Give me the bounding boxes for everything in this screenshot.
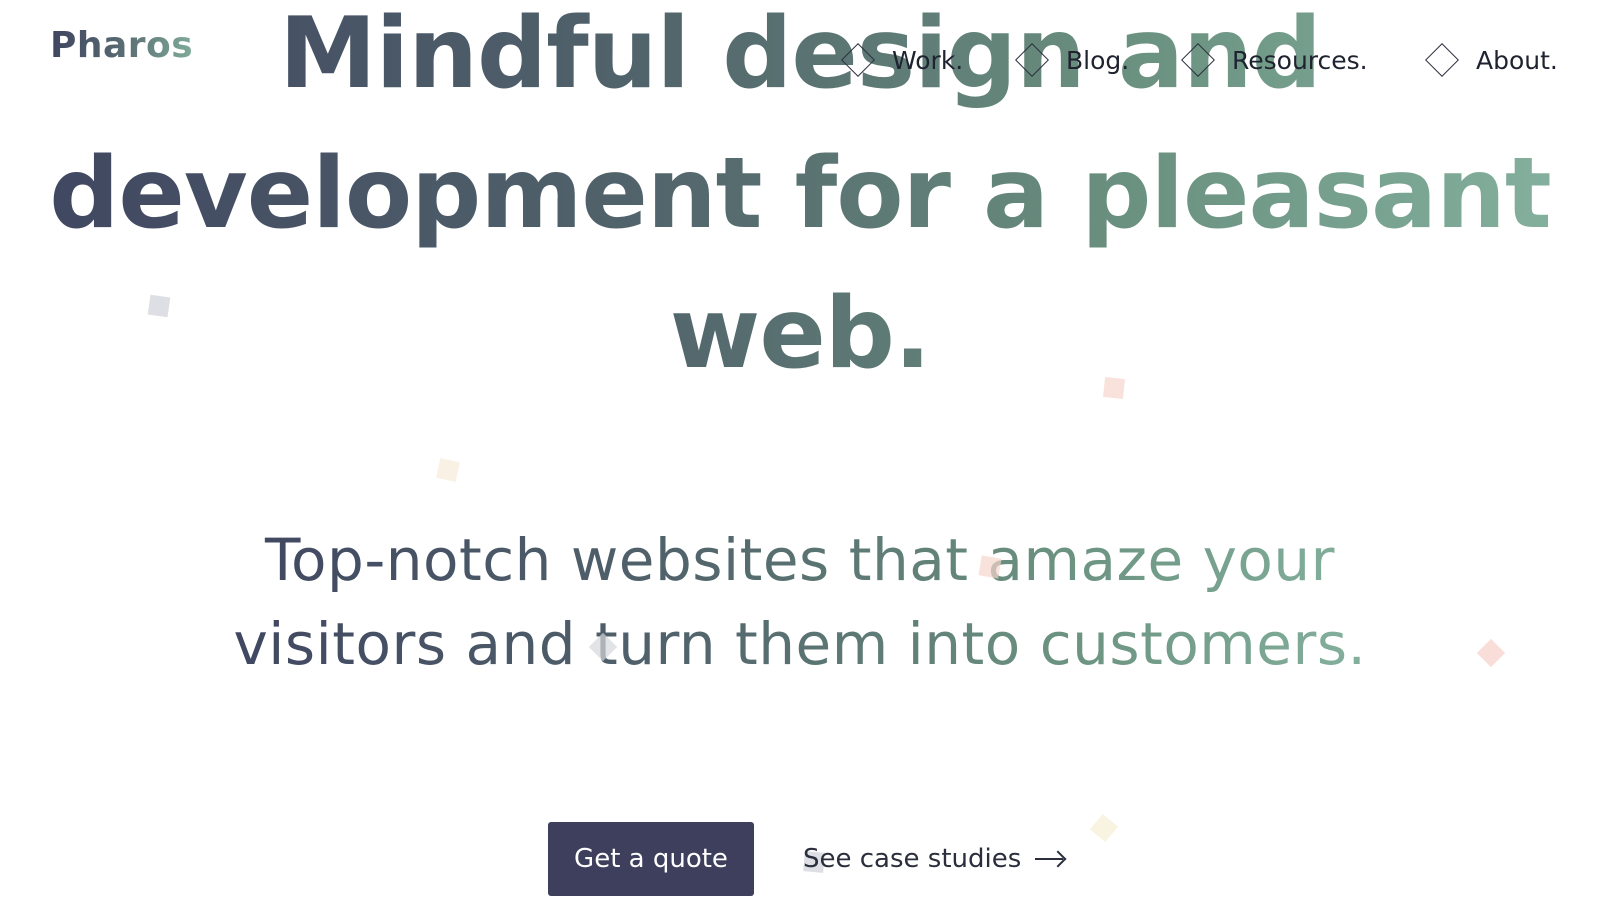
nav-item-work[interactable]: Work. xyxy=(840,40,963,80)
diamond-icon xyxy=(841,43,875,77)
see-case-studies-link[interactable]: See case studies xyxy=(803,838,1067,880)
diamond-icon xyxy=(1425,43,1459,77)
hero-subtitle-line-2: visitors and turn them into customers. xyxy=(233,610,1367,678)
confetti-square xyxy=(1089,813,1119,843)
nav-item-resources[interactable]: Resources. xyxy=(1180,40,1368,80)
confetti-square xyxy=(436,458,460,482)
nav-item-blog[interactable]: Blog. xyxy=(1014,40,1129,80)
confetti-square xyxy=(1476,638,1506,668)
logo[interactable]: Pharos xyxy=(50,22,193,70)
confetti-square xyxy=(147,294,171,318)
get-quote-button[interactable]: Get a quote xyxy=(548,822,754,896)
site-header: Pharos Work. Blog. Resources. About. xyxy=(0,0,1600,100)
diamond-icon xyxy=(1181,43,1215,77)
hero-subtitle-line-1: Top-notch websites that amaze your xyxy=(264,526,1335,594)
hero-title-line-2: development for a pleasant xyxy=(49,137,1551,251)
hero-title-line-3: web. xyxy=(669,277,931,391)
nav-item-label: Resources. xyxy=(1232,45,1368,75)
nav-item-about[interactable]: About. xyxy=(1424,40,1558,80)
nav-item-label: Blog. xyxy=(1066,45,1130,75)
hero-subtitle: Top-notch websites that amaze your visit… xyxy=(200,518,1400,686)
nav-item-label: About. xyxy=(1476,45,1558,75)
see-case-studies-label: See case studies xyxy=(803,844,1022,874)
confetti-square xyxy=(978,555,1002,579)
confetti-square xyxy=(1103,377,1125,399)
diamond-icon xyxy=(1015,43,1049,77)
arrow-right-icon xyxy=(1035,851,1067,867)
nav-item-label: Work. xyxy=(892,45,964,75)
